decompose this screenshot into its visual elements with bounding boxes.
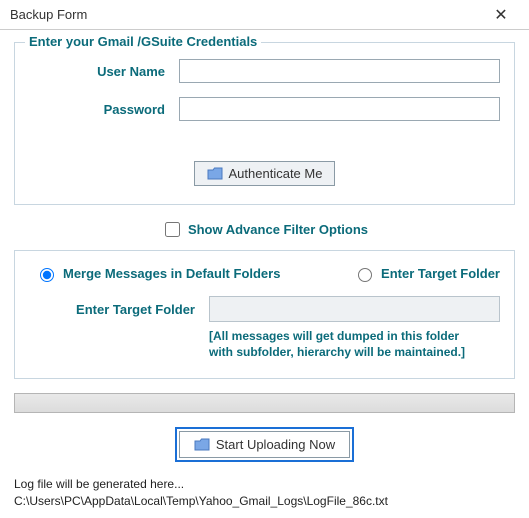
- progress-bar: [14, 393, 515, 413]
- upload-row: Start Uploading Now: [14, 427, 515, 462]
- target-option[interactable]: Enter Target Folder: [353, 265, 500, 282]
- folder-icon: [207, 167, 223, 180]
- upload-button-highlight: Start Uploading Now: [175, 427, 354, 462]
- password-input[interactable]: [179, 97, 500, 121]
- note-line2: with subfolder, hierarchy will be mainta…: [209, 345, 465, 359]
- folder-note: [All messages will get dumped in this fo…: [209, 328, 500, 360]
- advanced-row: Show Advance Filter Options: [14, 219, 515, 240]
- password-row: Password: [29, 97, 500, 121]
- log-line1: Log file will be generated here...: [14, 477, 184, 491]
- content-area: Enter your Gmail /GSuite Credentials Use…: [0, 30, 529, 518]
- start-upload-button[interactable]: Start Uploading Now: [179, 431, 350, 458]
- password-label: Password: [29, 102, 179, 117]
- folder-icon: [194, 438, 210, 451]
- username-row: User Name: [29, 59, 500, 83]
- note-line1: [All messages will get dumped in this fo…: [209, 329, 459, 343]
- radio-row: Merge Messages in Default Folders Enter …: [29, 265, 500, 282]
- credentials-group: Enter your Gmail /GSuite Credentials Use…: [14, 42, 515, 205]
- upload-label: Start Uploading Now: [216, 437, 335, 452]
- merge-option[interactable]: Merge Messages in Default Folders: [35, 265, 347, 282]
- window-title: Backup Form: [10, 7, 481, 22]
- target-radio[interactable]: [358, 268, 372, 282]
- target-radio-label: Enter Target Folder: [381, 266, 500, 281]
- credentials-title: Enter your Gmail /GSuite Credentials: [25, 34, 261, 49]
- advanced-checkbox[interactable]: [165, 222, 180, 237]
- target-input: [209, 296, 500, 322]
- authenticate-row: Authenticate Me: [29, 161, 500, 186]
- authenticate-button[interactable]: Authenticate Me: [194, 161, 336, 186]
- target-row: Enter Target Folder: [29, 296, 500, 322]
- authenticate-label: Authenticate Me: [229, 166, 323, 181]
- target-field-label: Enter Target Folder: [29, 302, 209, 317]
- advanced-label: Show Advance Filter Options: [188, 222, 368, 237]
- username-label: User Name: [29, 64, 179, 79]
- log-line2: C:\Users\PC\AppData\Local\Temp\Yahoo_Gma…: [14, 494, 388, 508]
- log-text: Log file will be generated here... C:\Us…: [14, 476, 515, 510]
- merge-radio[interactable]: [40, 268, 54, 282]
- username-input[interactable]: [179, 59, 500, 83]
- merge-label: Merge Messages in Default Folders: [63, 266, 280, 281]
- folder-group: Merge Messages in Default Folders Enter …: [14, 250, 515, 379]
- close-icon[interactable]: ✕: [481, 5, 521, 25]
- titlebar: Backup Form ✕: [0, 0, 529, 30]
